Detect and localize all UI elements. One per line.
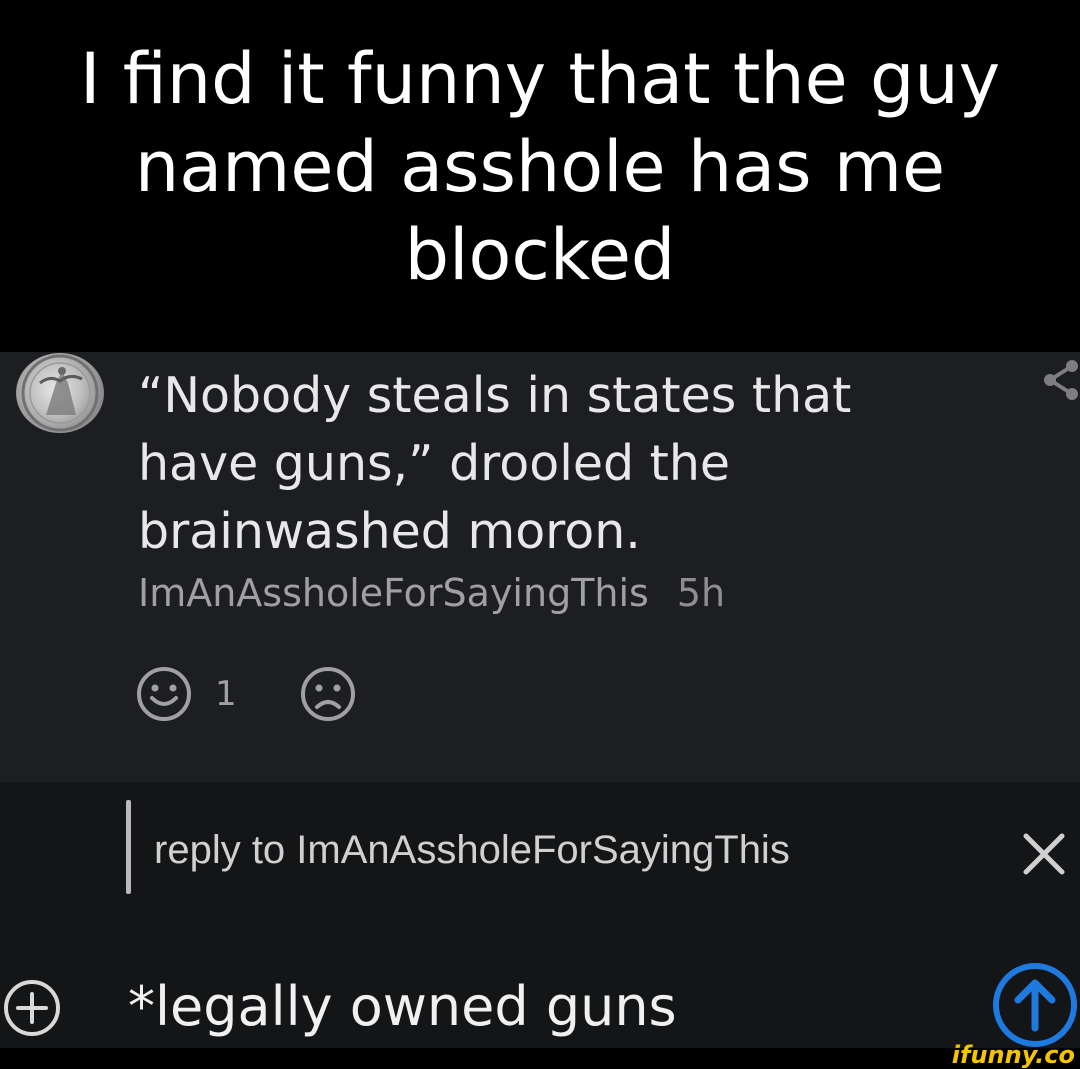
coin-avatar-icon [21,354,99,432]
meme-caption: I find it funny that the guy named assho… [0,0,1080,352]
reply-input[interactable]: *legally owned guns [128,972,948,1042]
comment-time: 5h [676,571,726,615]
ifunny-watermark: ifunny.co [951,1041,1075,1069]
comment-text: “Nobody steals in states that have guns,… [138,367,852,560]
plus-circle-icon[interactable] [2,978,62,1038]
comment-author[interactable]: ImAnAssholeForSayingThis [138,571,649,615]
reply-quote-divider [126,800,131,894]
reply-to-label: reply to ImAnAssholeForSayingThis [154,828,790,872]
smile-face-icon[interactable] [135,665,193,723]
like-count: 1 [215,674,237,714]
comment-reactions: 1 [135,664,357,724]
caption-text: I find it funny that the guy named assho… [79,38,1001,296]
comment-meta: ImAnAssholeForSayingThis 5h [138,568,725,618]
arrow-up-circle-icon[interactable] [992,962,1078,1048]
avatar[interactable] [16,353,104,433]
share-icon[interactable] [1040,358,1080,402]
sad-face-icon[interactable] [299,665,357,723]
close-icon[interactable] [1020,830,1068,878]
bottom-strip [0,1048,1080,1068]
